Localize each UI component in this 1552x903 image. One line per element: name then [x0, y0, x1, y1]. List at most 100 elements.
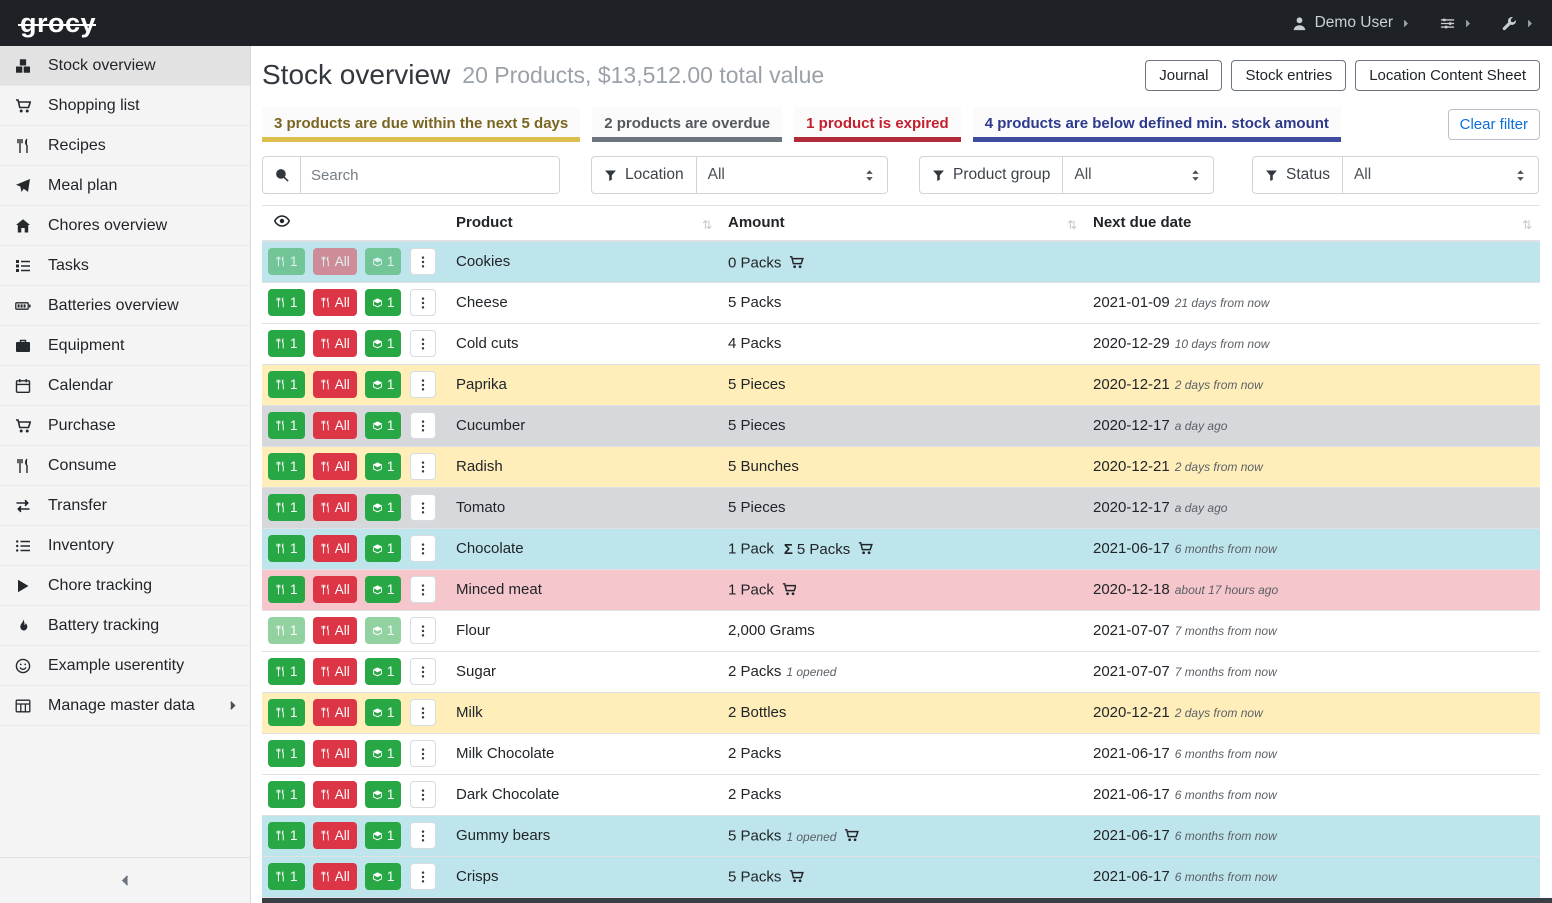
sort-icon[interactable]: ⇅ [702, 218, 712, 232]
stock-entries-button[interactable]: Stock entries [1231, 60, 1346, 91]
consume-one-button[interactable]: 1 [268, 658, 305, 685]
consume-all-button[interactable]: All [313, 494, 357, 521]
sidebar-item-chores-overview[interactable]: Chores overview [0, 206, 250, 246]
sidebar-item-recipes[interactable]: Recipes [0, 126, 250, 166]
consume-all-button[interactable]: All [313, 699, 357, 726]
row-menu-button[interactable] [410, 453, 436, 480]
open-one-button[interactable]: 1 [365, 494, 402, 521]
row-menu-button[interactable] [410, 535, 436, 562]
consume-one-button[interactable]: 1 [268, 248, 305, 275]
location-select[interactable]: All [697, 157, 887, 193]
table-row[interactable]: 1 All 1 Cookies 0 Packs [262, 241, 1540, 282]
table-row[interactable]: 1 All 1 Sugar 2 Packs1 opened 2021-07-07… [262, 651, 1540, 692]
consume-one-button[interactable]: 1 [268, 617, 305, 644]
consume-all-button[interactable]: All [313, 412, 357, 439]
due-date-column-header[interactable]: Next due date ⇅ [1085, 206, 1540, 242]
open-one-button[interactable]: 1 [365, 781, 402, 808]
toggle-columns-eye-icon[interactable] [274, 213, 290, 229]
consume-one-button[interactable]: 1 [268, 863, 305, 890]
table-row[interactable]: 1 All 1 Cucumber 5 Pieces 2020-12-17a da… [262, 405, 1540, 446]
consume-one-button[interactable]: 1 [268, 535, 305, 562]
sidebar-item-equipment[interactable]: Equipment [0, 326, 250, 366]
table-row[interactable]: 1 All 1 Tomato 5 Pieces 2020-12-17a day … [262, 487, 1540, 528]
open-one-button[interactable]: 1 [365, 330, 402, 357]
consume-all-button[interactable]: All [313, 371, 357, 398]
app-logo[interactable]: grocy [18, 8, 98, 39]
sort-icon[interactable]: ⇅ [1067, 218, 1077, 232]
open-one-button[interactable]: 1 [365, 576, 402, 603]
row-menu-button[interactable] [410, 371, 436, 398]
open-one-button[interactable]: 1 [365, 740, 402, 767]
row-menu-button[interactable] [410, 699, 436, 726]
sidebar-item-batteries-overview[interactable]: Batteries overview [0, 286, 250, 326]
open-one-button[interactable]: 1 [365, 289, 402, 316]
banner-danger[interactable]: 1 product is expired [794, 107, 961, 142]
consume-all-button[interactable]: All [313, 453, 357, 480]
add-to-shopping-list-icon[interactable] [789, 869, 804, 884]
consume-all-button[interactable]: All [313, 289, 357, 316]
add-to-shopping-list-icon[interactable] [789, 255, 804, 270]
sidebar-collapse-button[interactable] [0, 857, 250, 903]
table-row[interactable]: 1 All 1 Dark Chocolate 2 Packs 2021-06-1… [262, 774, 1540, 815]
consume-all-button[interactable]: All [313, 781, 357, 808]
consume-all-button[interactable]: All [313, 248, 357, 275]
consume-one-button[interactable]: 1 [268, 494, 305, 521]
consume-all-button[interactable]: All [313, 576, 357, 603]
sidebar-item-calendar[interactable]: Calendar [0, 366, 250, 406]
table-row[interactable]: 1 All 1 Chocolate 1 PackΣ5 Packs 2021-06… [262, 528, 1540, 569]
add-to-shopping-list-icon[interactable] [782, 582, 797, 597]
table-row[interactable]: 1 All 1 Milk Chocolate 2 Packs 2021-06-1… [262, 733, 1540, 774]
row-menu-button[interactable] [410, 740, 436, 767]
table-row[interactable]: 1 All 1 Flour 2,000 Grams 2021-07-077 mo… [262, 610, 1540, 651]
sidebar-item-chore-tracking[interactable]: Chore tracking [0, 566, 250, 606]
row-menu-button[interactable] [410, 412, 436, 439]
clear-filter-button[interactable]: Clear filter [1448, 109, 1540, 140]
open-one-button[interactable]: 1 [365, 453, 402, 480]
consume-one-button[interactable]: 1 [268, 453, 305, 480]
consume-one-button[interactable]: 1 [268, 289, 305, 316]
status-select[interactable]: All [1343, 157, 1538, 193]
user-menu[interactable]: Demo User [1292, 14, 1410, 32]
consume-one-button[interactable]: 1 [268, 371, 305, 398]
sidebar-item-purchase[interactable]: Purchase [0, 406, 250, 446]
sidebar-item-meal-plan[interactable]: Meal plan [0, 166, 250, 206]
add-to-shopping-list-icon[interactable] [858, 541, 873, 556]
product-group-select[interactable]: All [1063, 157, 1213, 193]
consume-all-button[interactable]: All [313, 617, 357, 644]
row-menu-button[interactable] [410, 289, 436, 316]
consume-one-button[interactable]: 1 [268, 330, 305, 357]
consume-all-button[interactable]: All [313, 863, 357, 890]
table-row[interactable]: 1 All 1 Gummy bears 5 Packs1 opened 2021… [262, 815, 1540, 856]
consume-one-button[interactable]: 1 [268, 412, 305, 439]
open-one-button[interactable]: 1 [365, 371, 402, 398]
consume-all-button[interactable]: All [313, 740, 357, 767]
open-one-button[interactable]: 1 [365, 617, 402, 644]
open-one-button[interactable]: 1 [365, 822, 402, 849]
open-one-button[interactable]: 1 [365, 863, 402, 890]
consume-all-button[interactable]: All [313, 822, 357, 849]
row-menu-button[interactable] [410, 863, 436, 890]
table-row[interactable]: 1 All 1 Crisps 5 Packs 2021-06-176 month… [262, 856, 1540, 897]
sort-icon[interactable]: ⇅ [1522, 218, 1532, 232]
row-menu-button[interactable] [410, 576, 436, 603]
consume-one-button[interactable]: 1 [268, 576, 305, 603]
consume-all-button[interactable]: All [313, 658, 357, 685]
add-to-shopping-list-icon[interactable] [844, 828, 859, 843]
row-menu-button[interactable] [410, 494, 436, 521]
sidebar-item-shopping-list[interactable]: Shopping list [0, 86, 250, 126]
row-menu-button[interactable] [410, 658, 436, 685]
open-one-button[interactable]: 1 [365, 535, 402, 562]
table-row[interactable]: 1 All 1 Milk 2 Bottles 2020-12-212 days … [262, 692, 1540, 733]
row-menu-button[interactable] [410, 248, 436, 275]
consume-one-button[interactable]: 1 [268, 699, 305, 726]
consume-one-button[interactable]: 1 [268, 781, 305, 808]
open-one-button[interactable]: 1 [365, 658, 402, 685]
journal-button[interactable]: Journal [1145, 60, 1222, 91]
banner-secondary[interactable]: 2 products are overdue [592, 107, 782, 142]
consume-all-button[interactable]: All [313, 330, 357, 357]
sidebar-item-tasks[interactable]: Tasks [0, 246, 250, 286]
banner-info[interactable]: 4 products are below defined min. stock … [973, 107, 1341, 142]
open-one-button[interactable]: 1 [365, 699, 402, 726]
row-menu-button[interactable] [410, 781, 436, 808]
sidebar-item-battery-tracking[interactable]: Battery tracking [0, 606, 250, 646]
